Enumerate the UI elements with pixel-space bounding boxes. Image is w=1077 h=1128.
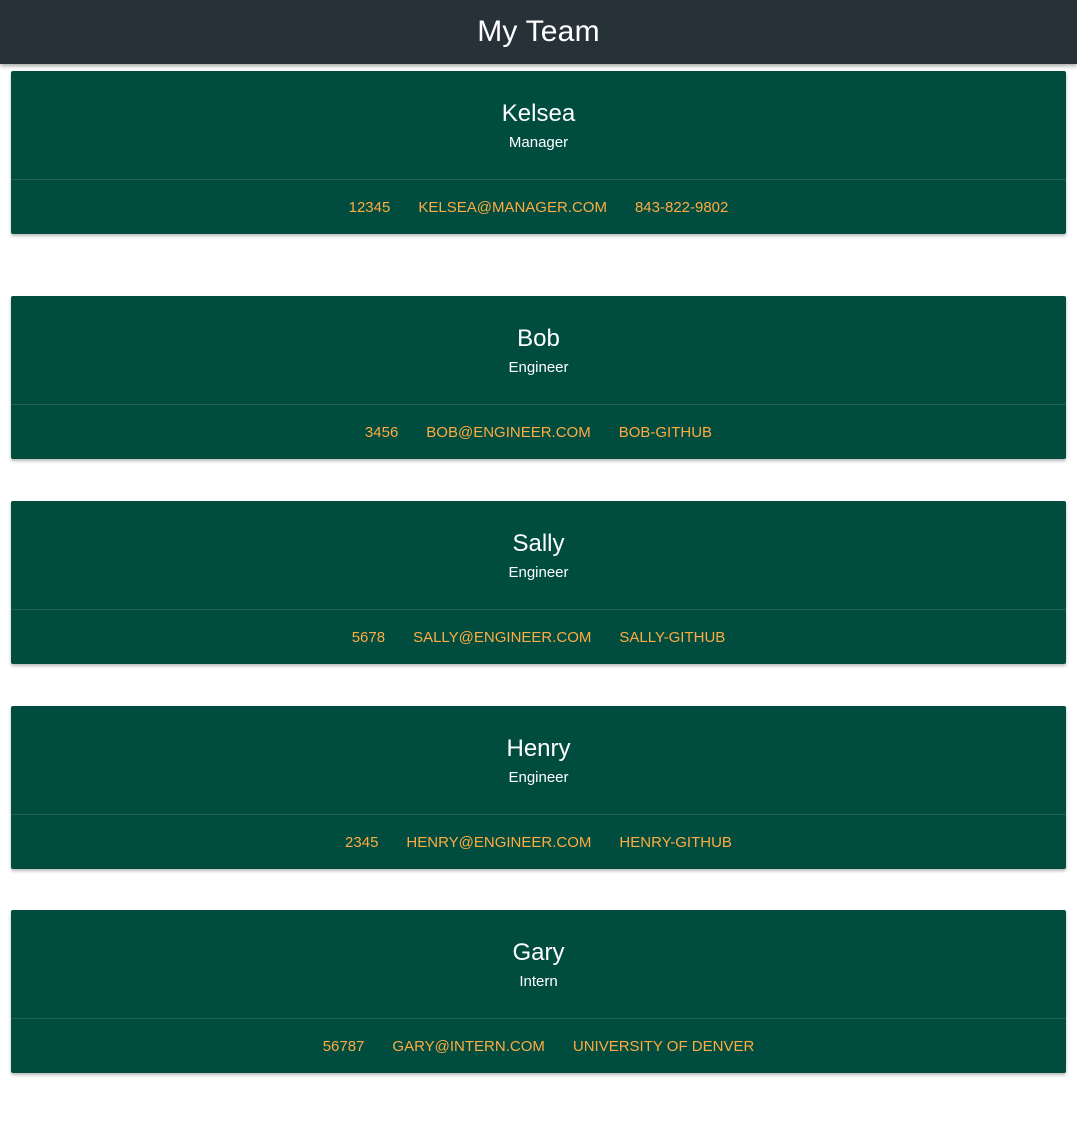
member-name: Henry (506, 735, 571, 762)
team-member-card-bob: Bob Engineer 3456 BOB@ENGINEER.COM BOB-G… (11, 296, 1066, 459)
team-member-card-gary: Gary Intern 56787 GARY@INTERN.COM UNIVER… (11, 910, 1066, 1073)
page-title: My Team (477, 15, 600, 48)
member-name: Sally (512, 530, 565, 557)
member-role: Engineer (508, 564, 569, 581)
member-phone-link[interactable]: 843-822-9802 (635, 199, 728, 216)
card-content: Gary Intern (11, 910, 1066, 1019)
member-id-link[interactable]: 3456 (365, 424, 398, 441)
member-github-link[interactable]: SALLY-GITHUB (619, 629, 725, 646)
navbar: My Team (0, 0, 1077, 64)
member-role: Engineer (508, 769, 569, 786)
member-role: Intern (519, 973, 558, 990)
team-member-card-kelsea: Kelsea Manager 12345 KELSEA@MANAGER.COM … (11, 71, 1066, 234)
member-id-link[interactable]: 56787 (323, 1038, 365, 1055)
member-role: Manager (508, 134, 569, 151)
member-school-link[interactable]: UNIVERSITY OF DENVER (573, 1038, 754, 1055)
member-name: Kelsea (501, 100, 576, 127)
member-email-link[interactable]: SALLY@ENGINEER.COM (413, 629, 591, 646)
card-action: 3456 BOB@ENGINEER.COM BOB-GITHUB (11, 405, 1066, 459)
card-content: Kelsea Manager (11, 71, 1066, 180)
card-action: 12345 KELSEA@MANAGER.COM 843-822-9802 (11, 180, 1066, 234)
card-content: Bob Engineer (11, 296, 1066, 405)
member-name: Bob (517, 325, 560, 352)
card-action: 2345 HENRY@ENGINEER.COM HENRY-GITHUB (11, 815, 1066, 869)
member-id-link[interactable]: 2345 (345, 834, 378, 851)
team-member-card-henry: Henry Engineer 2345 HENRY@ENGINEER.COM H… (11, 706, 1066, 869)
member-email-link[interactable]: GARY@INTERN.COM (392, 1038, 544, 1055)
member-github-link[interactable]: HENRY-GITHUB (619, 834, 732, 851)
card-content: Henry Engineer (11, 706, 1066, 815)
member-github-link[interactable]: BOB-GITHUB (619, 424, 712, 441)
member-id-link[interactable]: 12345 (349, 199, 391, 216)
member-email-link[interactable]: HENRY@ENGINEER.COM (406, 834, 591, 851)
member-email-link[interactable]: KELSEA@MANAGER.COM (418, 199, 607, 216)
card-content: Sally Engineer (11, 501, 1066, 610)
team-member-card-sally: Sally Engineer 5678 SALLY@ENGINEER.COM S… (11, 501, 1066, 664)
member-name: Gary (512, 939, 565, 966)
card-action: 5678 SALLY@ENGINEER.COM SALLY-GITHUB (11, 610, 1066, 664)
member-email-link[interactable]: BOB@ENGINEER.COM (426, 424, 590, 441)
member-id-link[interactable]: 5678 (352, 629, 385, 646)
card-action: 56787 GARY@INTERN.COM UNIVERSITY OF DENV… (11, 1019, 1066, 1073)
member-role: Engineer (508, 359, 569, 376)
